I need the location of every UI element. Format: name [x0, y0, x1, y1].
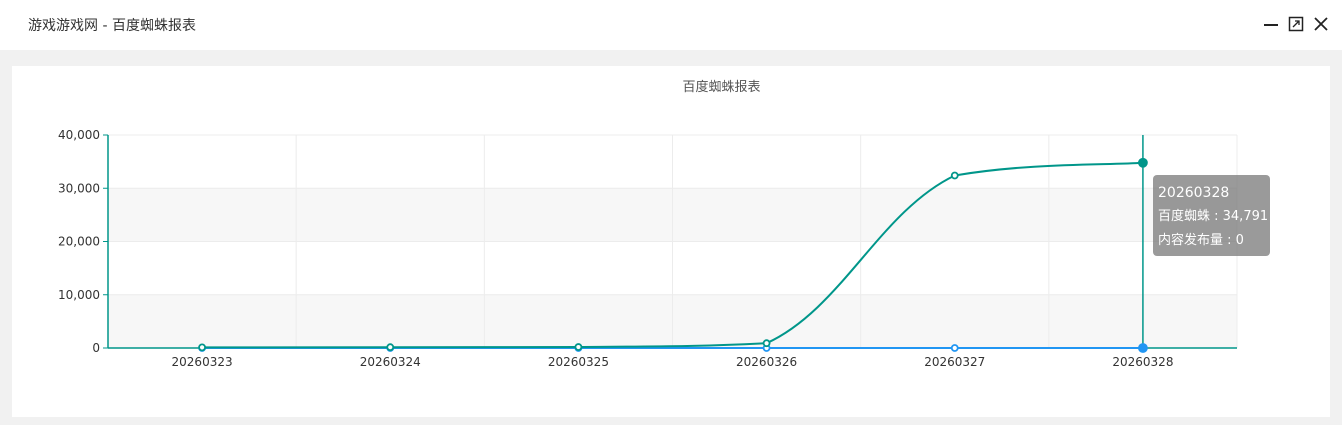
data-point — [762, 339, 771, 348]
close-button[interactable] — [1310, 12, 1332, 36]
tooltip-line-spider: 百度蜘蛛 : 34,791 — [1158, 209, 1269, 224]
x-tick-label: 20260328 — [1112, 355, 1173, 369]
minimize-icon — [1264, 24, 1278, 26]
tooltip-line-content: 内容发布量 : 0 — [1158, 233, 1244, 248]
y-tick-label: 40,000 — [58, 128, 100, 142]
data-point — [198, 343, 206, 352]
data-point — [950, 171, 959, 180]
x-tick-label: 20260323 — [172, 355, 233, 369]
chart-tooltip: 20260328 百度蜘蛛 : 34,791 内容发布量 : 0 — [1153, 175, 1270, 256]
data-point — [574, 343, 583, 351]
maximize-icon — [1288, 16, 1304, 32]
window-title: 游戏游戏网 - 百度蜘蛛报表 — [28, 18, 196, 34]
window-titlebar: 游戏游戏网 - 百度蜘蛛报表 — [0, 0, 1342, 50]
chart-panel: 百度蜘蛛报表 0 10,000 20,000 30,000 40,000 20260323 2… — [12, 66, 1330, 417]
y-tick-label: 30,000 — [58, 181, 100, 195]
tooltip-title: 20260328 — [1158, 185, 1230, 201]
x-tick-label: 20260325 — [548, 355, 609, 369]
y-tick-label: 20,000 — [58, 235, 100, 249]
x-tick-label: 20260326 — [736, 355, 797, 369]
data-point — [950, 344, 959, 352]
chart-title: 百度蜘蛛报表 — [682, 79, 760, 95]
data-point — [1138, 157, 1148, 168]
y-tick-label: 10,000 — [58, 288, 100, 302]
close-icon — [1314, 17, 1328, 31]
line-chart: 百度蜘蛛报表 0 10,000 20,000 30,000 40,000 20260323 2… — [58, 79, 1238, 369]
data-point — [386, 343, 395, 352]
y-tick-label: 0 — [92, 341, 100, 355]
x-tick-label: 20260324 — [360, 355, 421, 369]
x-tick-label: 20260327 — [924, 355, 985, 369]
maximize-button[interactable] — [1285, 12, 1307, 36]
data-point — [1138, 343, 1148, 353]
minimize-button[interactable] — [1260, 12, 1282, 36]
